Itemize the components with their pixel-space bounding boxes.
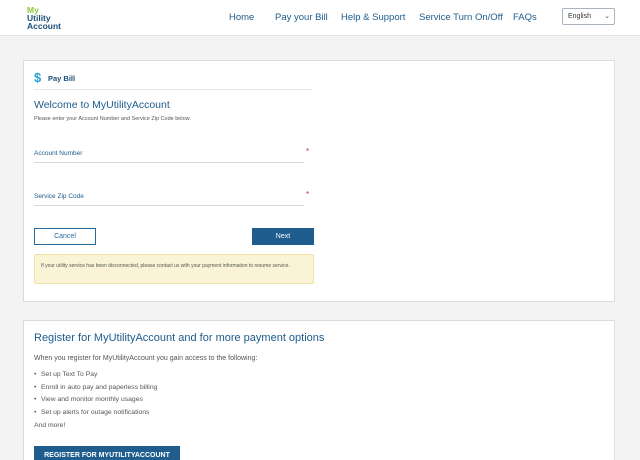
register-intro: When you register for MyUtilityAccount y… [34, 355, 258, 362]
disconnection-notice: If your utility service has been disconn… [34, 254, 314, 284]
pay-bill-title: Pay Bill [48, 74, 76, 83]
benefits-list: Set up Text To Pay Enroll in auto pay an… [34, 371, 157, 422]
nav-help-support[interactable]: Help & Support [341, 12, 405, 23]
language-select[interactable]: English ⌄ [562, 8, 615, 25]
nav-service-turn-on-off[interactable]: Service Turn On/Off [419, 12, 503, 23]
and-more-text: And more! [34, 422, 66, 429]
register-card: Register for MyUtilityAccount and for mo… [23, 320, 615, 460]
register-button[interactable]: REGISTER FOR MYUTILITYACCOUNT [34, 446, 180, 460]
list-item: Set up alerts for outage notifications [34, 409, 157, 422]
next-button[interactable]: Next [252, 228, 314, 245]
welcome-heading: Welcome to MyUtilityAccount [34, 99, 170, 111]
list-item: Enroll in auto pay and paperless billing [34, 384, 157, 397]
dollar-icon: $ [34, 70, 42, 85]
list-item: View and monitor monthly usages [34, 396, 157, 409]
language-selected-value: English [568, 13, 591, 20]
cancel-button[interactable]: Cancel [34, 228, 96, 245]
account-number-field[interactable]: Account Number [34, 150, 82, 157]
site-header: My Utility Account Home Pay your Bill He… [0, 0, 640, 36]
nav-pay-your-bill[interactable]: Pay your Bill [275, 12, 328, 23]
pay-bill-header: $ Pay Bill [34, 70, 312, 90]
nav-home[interactable]: Home [229, 12, 254, 23]
account-number-underline [34, 162, 304, 163]
nav-faqs[interactable]: FAQs [513, 12, 537, 23]
list-item: Set up Text To Pay [34, 371, 157, 384]
site-logo[interactable]: My Utility Account [27, 6, 61, 31]
logo-line-3: Account [27, 21, 61, 31]
instructions-text: Please enter your Account Number and Ser… [34, 116, 191, 122]
chevron-down-icon: ⌄ [604, 13, 610, 20]
zip-code-required-mark: * [306, 190, 310, 199]
zip-code-field[interactable]: Service Zip Code [34, 193, 84, 200]
register-title: Register for MyUtilityAccount and for mo… [34, 332, 325, 344]
account-number-required-mark: * [306, 147, 310, 156]
zip-code-underline [34, 205, 304, 206]
pay-bill-card: $ Pay Bill Welcome to MyUtilityAccount P… [23, 60, 615, 302]
